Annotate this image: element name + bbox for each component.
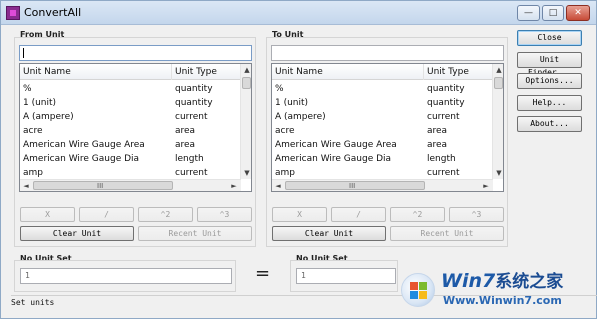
title-bar[interactable]: ConvertAll — □ ✕ — [1, 1, 596, 25]
column-header-unit-type[interactable]: Unit Type — [424, 64, 493, 80]
from-value-field[interactable]: 1 — [20, 268, 232, 284]
scroll-left-arrow-icon[interactable]: ◄ — [20, 180, 32, 191]
watermark-brand: Win7系统之家 — [441, 270, 564, 292]
column-header-unit-name[interactable]: Unit Name — [20, 64, 172, 80]
cube-button[interactable]: ^3 — [449, 207, 504, 222]
list-item[interactable]: 1 (unit) quantity — [20, 96, 241, 110]
flag-green-icon — [419, 282, 427, 290]
maximize-button[interactable]: □ — [542, 5, 564, 21]
clear-unit-button[interactable]: Clear Unit — [272, 226, 386, 241]
to-unit-list[interactable]: Unit Name Unit Type % quantity 1 (unit) qu… — [271, 63, 504, 192]
from-unit-list[interactable]: Unit Name Unit Type % quantity 1 (unit) qu… — [19, 63, 252, 192]
recent-unit-button[interactable]: Recent Unit — [138, 226, 252, 241]
flag-blue-icon — [410, 291, 418, 299]
help-button[interactable]: Help... — [517, 95, 582, 111]
scroll-thumb[interactable] — [242, 77, 251, 89]
list-item[interactable]: 1 (unit) quantity — [272, 96, 493, 110]
scroll-left-arrow-icon[interactable]: ◄ — [272, 180, 284, 191]
app-icon — [6, 6, 20, 20]
list-item[interactable]: % quantity — [20, 82, 241, 96]
windows-logo-icon — [401, 273, 435, 307]
list-item[interactable]: amp current — [272, 166, 493, 180]
list-item[interactable]: acre area — [20, 124, 241, 138]
scroll-down-arrow-icon[interactable]: ▼ — [493, 167, 503, 179]
from-vertical-scrollbar[interactable]: ▲ ▼ — [240, 64, 251, 179]
column-header-unit-name[interactable]: Unit Name — [272, 64, 424, 80]
about-button[interactable]: About... — [517, 116, 582, 132]
scroll-thumb[interactable] — [494, 77, 503, 89]
from-unit-input[interactable] — [19, 45, 252, 61]
list-item[interactable]: amp current — [20, 166, 241, 180]
divide-button[interactable]: / — [331, 207, 386, 222]
to-horizontal-scrollbar[interactable]: ◄ III ► — [272, 179, 493, 191]
list-item[interactable]: acre area — [272, 124, 493, 138]
scroll-up-arrow-icon[interactable]: ▲ — [241, 64, 251, 76]
to-vertical-scrollbar[interactable]: ▲ ▼ — [492, 64, 503, 179]
scroll-grip-icon: III — [97, 182, 104, 190]
close-button[interactable]: Close — [517, 30, 582, 46]
unit-finder-button[interactable]: Unit Finder... — [517, 52, 582, 77]
scroll-grip-icon: III — [349, 182, 356, 190]
equals-sign: = — [255, 263, 271, 284]
options-button[interactable]: Options... — [517, 73, 582, 89]
list-item[interactable]: American Wire Gauge Area area — [272, 138, 493, 152]
recent-unit-button[interactable]: Recent Unit — [390, 226, 504, 241]
square-button[interactable]: ^2 — [390, 207, 445, 222]
flag-red-icon — [410, 282, 418, 290]
square-button[interactable]: ^2 — [138, 207, 193, 222]
list-item[interactable]: % quantity — [272, 82, 493, 96]
cube-button[interactable]: ^3 — [197, 207, 252, 222]
to-value-field[interactable]: 1 — [296, 268, 396, 284]
to-unit-input[interactable] — [271, 45, 504, 61]
scroll-up-arrow-icon[interactable]: ▲ — [493, 64, 503, 76]
scroll-right-arrow-icon[interactable]: ► — [480, 180, 492, 191]
list-item[interactable]: A (ampere) current — [272, 110, 493, 124]
close-window-button[interactable]: ✕ — [566, 5, 590, 21]
to-list-header: Unit Name Unit Type — [272, 64, 493, 80]
column-header-unit-type[interactable]: Unit Type — [172, 64, 241, 80]
minimize-button[interactable]: — — [517, 5, 540, 21]
list-item[interactable]: A (ampere) current — [20, 110, 241, 124]
divide-button[interactable]: / — [79, 207, 134, 222]
watermark-url: Www.Winwin7.com — [443, 294, 562, 307]
list-item[interactable]: American Wire Gauge Dia length — [272, 152, 493, 166]
text-caret — [23, 47, 24, 58]
from-list-header: Unit Name Unit Type — [20, 64, 241, 80]
multiply-button[interactable]: X — [272, 207, 327, 222]
list-item[interactable]: American Wire Gauge Area area — [20, 138, 241, 152]
multiply-button[interactable]: X — [20, 207, 75, 222]
from-horizontal-scrollbar[interactable]: ◄ III ► — [20, 179, 241, 191]
app-window: ConvertAll — □ ✕ From Unit Unit Name Uni… — [0, 0, 597, 319]
scroll-down-arrow-icon[interactable]: ▼ — [241, 167, 251, 179]
clear-unit-button[interactable]: Clear Unit — [20, 226, 134, 241]
list-item[interactable]: American Wire Gauge Dia length — [20, 152, 241, 166]
window-title: ConvertAll — [24, 6, 82, 19]
flag-yellow-icon — [419, 291, 427, 299]
scroll-right-arrow-icon[interactable]: ► — [228, 180, 240, 191]
